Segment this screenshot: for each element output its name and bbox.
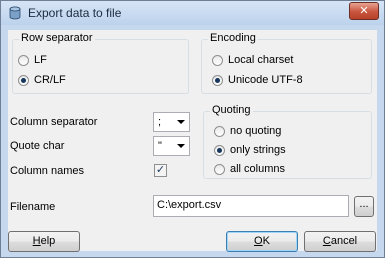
encoding-group: Encoding Local charset Unicode UTF-8 (201, 32, 372, 94)
radio-only-strings-button[interactable] (214, 144, 225, 156)
radio-all-columns[interactable]: all columns (214, 162, 285, 176)
ok-mnemonic: O (254, 235, 263, 247)
browse-button[interactable]: ... (354, 196, 374, 217)
help-label-rest: elp (40, 235, 56, 247)
quoting-group: Quoting no quoting only strings all colu… (203, 104, 372, 179)
filename-input[interactable] (157, 199, 337, 211)
quote-char-value: " (158, 140, 162, 152)
column-separator-label: Column separator (10, 116, 98, 128)
quote-char-label: Quote char (10, 140, 65, 152)
ok-button[interactable]: OK (226, 231, 298, 252)
radio-all-columns-label: all columns (230, 163, 286, 175)
export-dialog: Export data to file ✕ Row separator LF C… (0, 0, 385, 258)
close-button[interactable]: ✕ (349, 2, 379, 20)
radio-utf8-button[interactable] (212, 74, 223, 86)
radio-lf-button[interactable] (18, 54, 29, 66)
radio-crlf[interactable]: CR/LF (18, 73, 66, 87)
ok-label-rest: K (262, 235, 270, 247)
dialog-body: Row separator LF CR/LF Encoding Local ch… (8, 30, 377, 252)
help-mnemonic: H (32, 235, 41, 247)
radio-utf8[interactable]: Unicode UTF-8 (212, 73, 303, 87)
radio-local-charset[interactable]: Local charset (212, 53, 293, 67)
radio-crlf-label: CR/LF (34, 74, 66, 86)
cancel-mnemonic: C (322, 235, 331, 247)
cancel-label-rest: ancel (330, 235, 358, 247)
radio-all-columns-button[interactable] (214, 163, 225, 175)
radio-local-charset-button[interactable] (212, 54, 223, 66)
column-names-checkbox[interactable]: ✓ (154, 164, 167, 177)
radio-crlf-button[interactable] (18, 74, 29, 86)
radio-no-quoting[interactable]: no quoting (214, 124, 281, 138)
column-names-label: Column names (10, 165, 84, 177)
quoting-label: Quoting (210, 104, 253, 116)
filename-label: Filename (10, 201, 56, 213)
window-title: Export data to file (28, 6, 122, 20)
radio-only-strings[interactable]: only strings (214, 143, 286, 157)
column-separator-select[interactable]: ; (153, 112, 190, 132)
radio-lf-label: LF (34, 54, 47, 66)
title-bar: Export data to file ✕ (1, 1, 384, 25)
row-separator-label: Row separator (19, 32, 95, 44)
radio-lf[interactable]: LF (18, 53, 47, 67)
quote-char-select[interactable]: " (153, 136, 190, 156)
row-separator-group: Row separator LF CR/LF (12, 32, 189, 94)
database-icon (9, 6, 21, 20)
close-icon: ✕ (359, 5, 369, 17)
cancel-button[interactable]: Cancel (304, 231, 376, 252)
column-separator-value: ; (158, 116, 162, 128)
radio-no-quoting-label: no quoting (230, 125, 282, 137)
chevron-down-icon[interactable] (177, 120, 185, 124)
help-button[interactable]: Help (8, 231, 80, 252)
radio-utf8-label: Unicode UTF-8 (228, 74, 303, 86)
chevron-down-icon[interactable] (177, 144, 185, 148)
encoding-label: Encoding (208, 32, 258, 44)
radio-no-quoting-button[interactable] (214, 125, 225, 137)
radio-local-charset-label: Local charset (228, 54, 294, 66)
filename-field[interactable] (153, 195, 349, 217)
radio-only-strings-label: only strings (230, 144, 286, 156)
browse-label: ... (359, 198, 369, 210)
